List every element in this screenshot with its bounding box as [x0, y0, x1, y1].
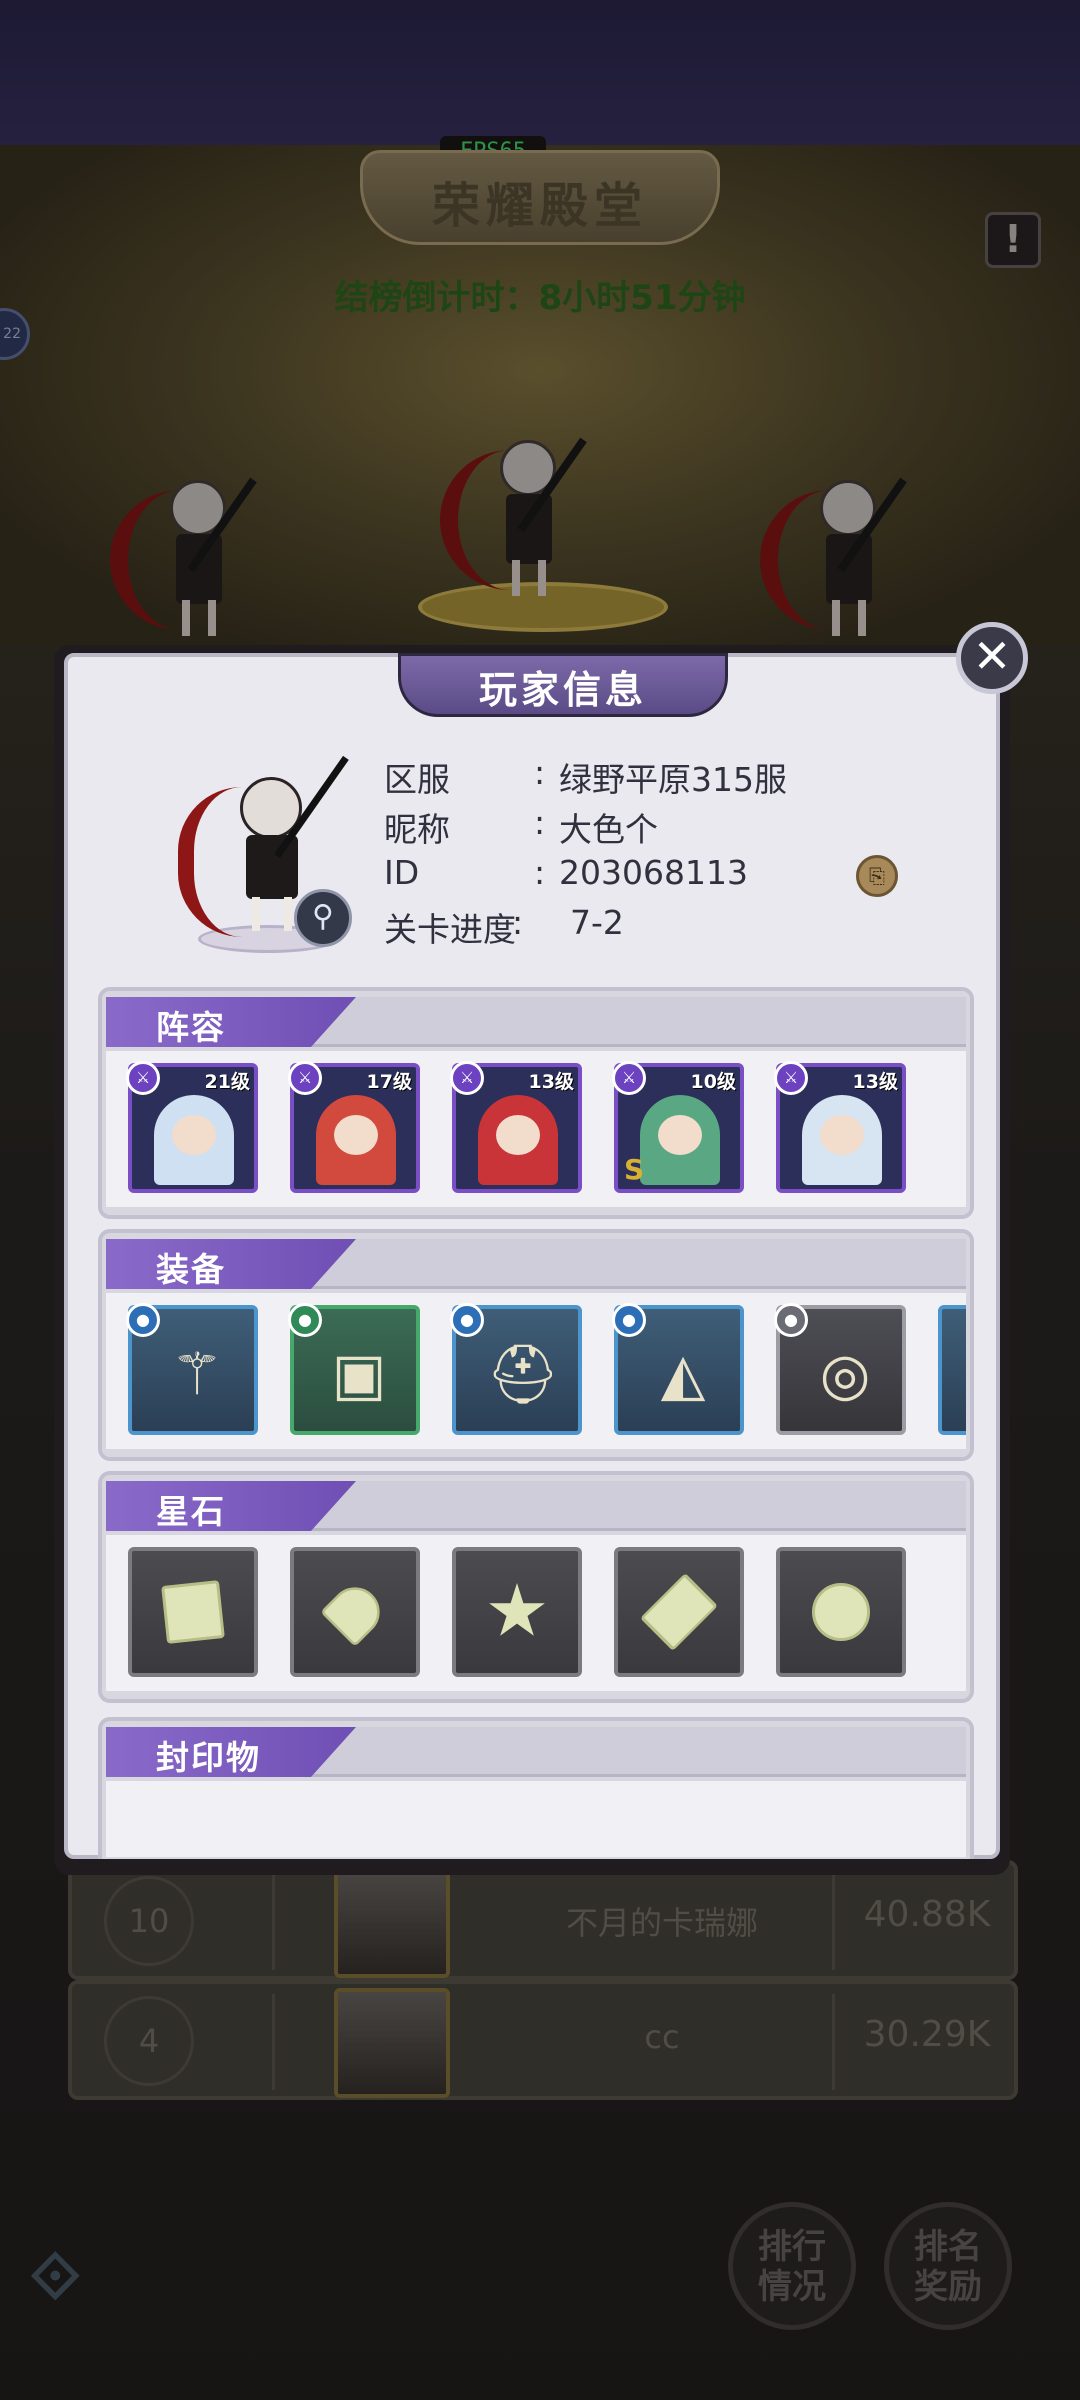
starstone-slot[interactable]	[290, 1547, 420, 1677]
helmet-icon: ⛑	[486, 1340, 560, 1408]
magnifier-icon[interactable]: ⚲	[294, 889, 352, 947]
starstone-slot[interactable]	[614, 1547, 744, 1677]
server-label: 区服	[384, 760, 450, 799]
star-stone-icon	[489, 1583, 545, 1636]
starstone-section: 星石	[98, 1471, 974, 1703]
heart-stone-icon	[320, 1577, 390, 1647]
hero-level: 10级	[690, 1071, 736, 1093]
id-label: ID	[384, 853, 420, 892]
equipment-label: 装备	[156, 1250, 226, 1289]
class-icon: ⚔	[612, 1061, 646, 1095]
seal-label: 封印物	[156, 1738, 261, 1777]
hero-level: 21级	[204, 1071, 250, 1093]
equipment-section: 装备 ● ⚚ ● ▣ ● ⛑ ● ◭ ● ◎	[98, 1229, 974, 1461]
hero-slot[interactable]: ⚔ 21级	[126, 1061, 258, 1193]
lineup-section: 阵容 ⚔ 21级 ⚔ 17级 ⚔ 13级 ⚔ 10级 S ⚔ 13级	[98, 987, 974, 1219]
copy-id-icon[interactable]: ⎘	[856, 855, 898, 897]
close-button[interactable]: ✕	[956, 622, 1028, 694]
equip-type-icon: ●	[126, 1303, 160, 1337]
hero-rank: S	[624, 1153, 645, 1186]
card-icon: ▣	[331, 1340, 387, 1408]
square-stone-icon	[161, 1580, 225, 1644]
hero-slot[interactable]: ⚔ 17级	[288, 1061, 420, 1193]
equip-type-icon: ●	[450, 1303, 484, 1337]
equipment-slot[interactable]: ● ⚚	[126, 1303, 258, 1435]
round-stone-icon	[812, 1583, 870, 1641]
equipment-slot[interactable]: ● ◎	[774, 1303, 906, 1435]
equip-type-icon: ●	[288, 1303, 322, 1337]
starstone-slot[interactable]	[452, 1547, 582, 1677]
class-icon: ⚔	[126, 1061, 160, 1095]
hero-level: 13级	[528, 1071, 574, 1093]
ring-icon: ◎	[819, 1340, 871, 1408]
cloak-icon: ◭	[660, 1340, 706, 1408]
server-value: 绿野平原315服	[559, 760, 787, 799]
player-info-modal: 玩家信息 ⚲ 区服 : 绿野平原315服 昵称 : 大色个 ID : 20306…	[54, 645, 1010, 1875]
class-icon: ⚔	[288, 1061, 322, 1095]
equipment-slot[interactable]: ● ▣	[288, 1303, 420, 1435]
class-icon: ⚔	[774, 1061, 808, 1095]
equip-type-icon: ●	[612, 1303, 646, 1337]
player-info-table: 区服 : 绿野平原315服 昵称 : 大色个 ID : 203068113 关卡…	[384, 753, 944, 953]
diamond-stone-icon	[640, 1573, 718, 1651]
id-value: 203068113	[559, 853, 748, 892]
progress-row: 关卡进度 : 7-2	[384, 903, 624, 949]
equipment-slot[interactable]: ● ◭	[612, 1303, 744, 1435]
lineup-label: 阵容	[156, 1008, 226, 1047]
hero-face	[334, 1115, 378, 1155]
equipment-slot[interactable]: ● ⛑	[450, 1303, 582, 1435]
hero-level: 17级	[366, 1071, 412, 1093]
nickname-label: 昵称	[384, 810, 450, 849]
hero-level: 13级	[852, 1071, 898, 1093]
starstone-label: 星石	[156, 1492, 226, 1531]
progress-value: 7-2	[570, 903, 624, 942]
starstone-slot[interactable]	[128, 1547, 258, 1677]
seal-section: 封印物	[98, 1717, 974, 1859]
staff-icon: ⚚	[171, 1340, 223, 1408]
hero-slot[interactable]: ⚔ 10级 S	[612, 1061, 744, 1193]
equipment-slot-partial[interactable]	[938, 1305, 966, 1435]
progress-label: 关卡进度	[384, 910, 516, 949]
hero-slot[interactable]: ⚔ 13级	[774, 1061, 906, 1193]
nickname-row: 昵称 : 大色个	[384, 803, 658, 849]
hero-face	[172, 1115, 216, 1155]
equip-type-icon: ●	[774, 1303, 808, 1337]
server-row: 区服 : 绿野平原315服	[384, 753, 787, 799]
hero-face	[820, 1115, 864, 1155]
modal-title: 玩家信息	[478, 668, 647, 712]
hero-slot[interactable]: ⚔ 13级	[450, 1061, 582, 1193]
hero-face	[496, 1115, 540, 1155]
hero-face	[658, 1115, 702, 1155]
nickname-value: 大色个	[559, 810, 658, 849]
class-icon: ⚔	[450, 1061, 484, 1095]
starstone-slot[interactable]	[776, 1547, 906, 1677]
modal-panel: 玩家信息 ⚲ 区服 : 绿野平原315服 昵称 : 大色个 ID : 20306…	[64, 653, 1000, 1859]
